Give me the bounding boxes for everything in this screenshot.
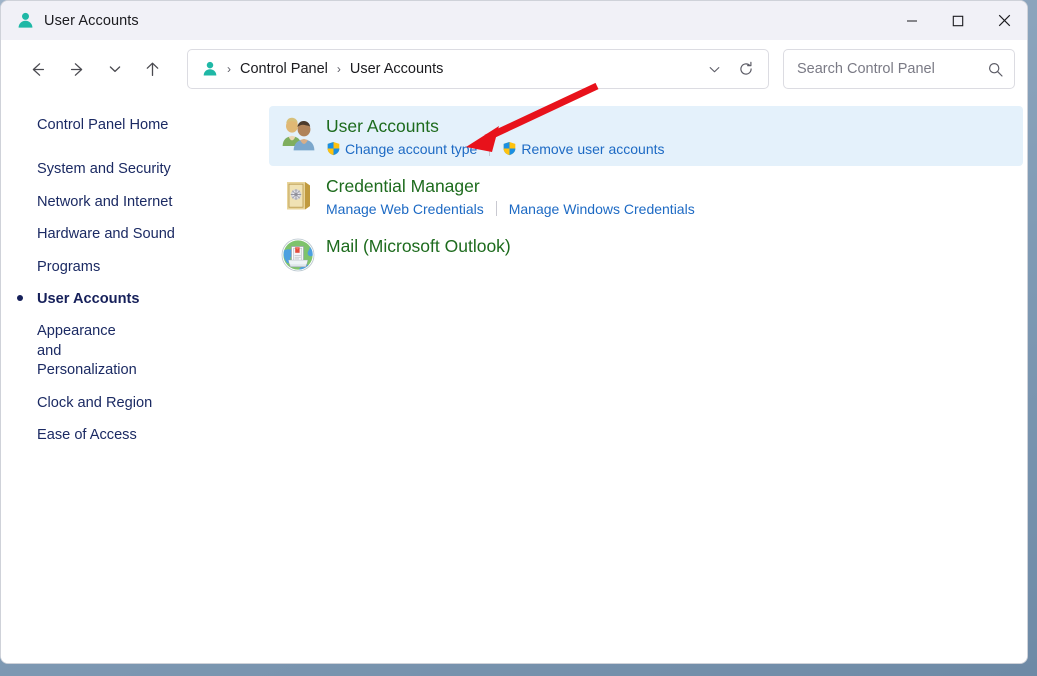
uac-shield-icon [502,141,517,156]
sidebar-item-label: Ease of Access [37,427,137,444]
sidebar-item-ease-of-access[interactable]: Ease of Access [1,422,269,449]
maximize-button[interactable] [935,1,981,40]
credential-vault-icon [275,175,321,215]
user-accounts-icon [275,115,321,155]
sidebar-item-appearance-and-personalization[interactable]: Appearance and Personalization [1,318,141,384]
sidebar-item-network-and-internet[interactable]: Network and Internet [1,189,269,216]
sidebar-item-label: User Accounts [37,291,140,308]
link-label: Change account type [345,140,478,157]
window-body: Control Panel Home System and Security N… [1,98,1027,663]
minimize-button[interactable] [889,1,935,40]
search-box[interactable] [783,49,1015,89]
link-remove-user-accounts[interactable]: Remove user accounts [502,140,665,157]
mail-globe-icon [275,235,321,275]
category-title-mail[interactable]: Mail (Microsoft Outlook) [326,236,511,258]
title-bar: User Accounts [1,1,1027,40]
refresh-icon[interactable] [730,53,762,85]
sidebar-item-label: Hardware and Sound [37,226,175,243]
category-list: User Accounts Change account type Remove… [269,98,1027,663]
category-sublinks: Change account type Remove user accounts [326,141,665,157]
close-button[interactable] [981,1,1027,40]
current-item-bullet-icon [17,295,23,302]
uac-shield-icon [326,141,341,156]
user-account-icon [15,11,35,31]
breadcrumb-separator-0: › [227,62,231,76]
link-manage-windows-credentials[interactable]: Manage Windows Credentials [509,201,695,217]
sidebar-item-label: Control Panel Home [37,117,169,133]
sublink-divider [489,141,491,157]
link-label: Remove user accounts [521,140,665,157]
category-text-block: Credential Manager Manage Web Credential… [326,175,695,217]
control-panel-window: User Accounts › Control Panel › User Acc… [0,0,1028,664]
sidebar-item-clock-and-region[interactable]: Clock and Region [1,390,269,417]
chevron-down-icon[interactable] [102,52,128,86]
up-button[interactable] [140,52,166,86]
link-label: Manage Windows Credentials [508,200,695,217]
search-icon[interactable] [984,58,1006,80]
category-row-mail[interactable]: Mail (Microsoft Outlook) [269,226,1023,284]
user-account-icon [200,59,220,79]
address-dropdown-chevron-icon[interactable] [698,53,730,85]
forward-button[interactable] [65,52,91,86]
sidebar-item-programs[interactable]: Programs [1,254,269,281]
navigation-bar: › Control Panel › User Accounts [1,40,1027,98]
category-text-block: Mail (Microsoft Outlook) [326,235,511,258]
category-title-credential-manager[interactable]: Credential Manager [326,176,480,198]
back-button[interactable] [25,52,51,86]
link-label: Manage Web Credentials [326,200,484,217]
category-row-credential-manager[interactable]: Credential Manager Manage Web Credential… [269,166,1023,226]
window-controls [889,1,1027,40]
sublink-divider [495,201,497,217]
breadcrumb: › Control Panel › User Accounts [220,58,698,80]
link-change-account-type[interactable]: Change account type [326,141,477,157]
sidebar-item-label: Appearance and Personalization [37,323,137,379]
address-bar[interactable]: › Control Panel › User Accounts [187,49,769,89]
sidebar-item-hardware-and-sound[interactable]: Hardware and Sound [1,221,269,248]
sidebar-item-label: System and Security [37,161,171,178]
breadcrumb-item-control-panel[interactable]: Control Panel [238,58,330,80]
sidebar-item-system-and-security[interactable]: System and Security [1,156,269,183]
window-title: User Accounts [44,12,139,29]
sidebar-item-label: Network and Internet [37,193,173,210]
category-title-user-accounts[interactable]: User Accounts [326,116,439,138]
breadcrumb-item-user-accounts[interactable]: User Accounts [348,58,446,80]
link-manage-web-credentials[interactable]: Manage Web Credentials [326,201,484,217]
breadcrumb-separator-1: › [336,62,341,76]
category-row-user-accounts[interactable]: User Accounts Change account type Remove… [269,106,1023,166]
search-input[interactable] [797,61,984,77]
sidebar-item-label: Programs [37,258,101,275]
category-text-block: User Accounts Change account type Remove… [326,115,665,157]
sidebar-item-control-panel-home[interactable]: Control Panel Home [1,112,269,139]
category-sublinks: Manage Web Credentials Manage Windows Cr… [326,201,695,217]
sidebar: Control Panel Home System and Security N… [1,98,269,663]
sidebar-item-label: Clock and Region [37,394,153,411]
sidebar-item-user-accounts[interactable]: User Accounts [1,286,269,313]
